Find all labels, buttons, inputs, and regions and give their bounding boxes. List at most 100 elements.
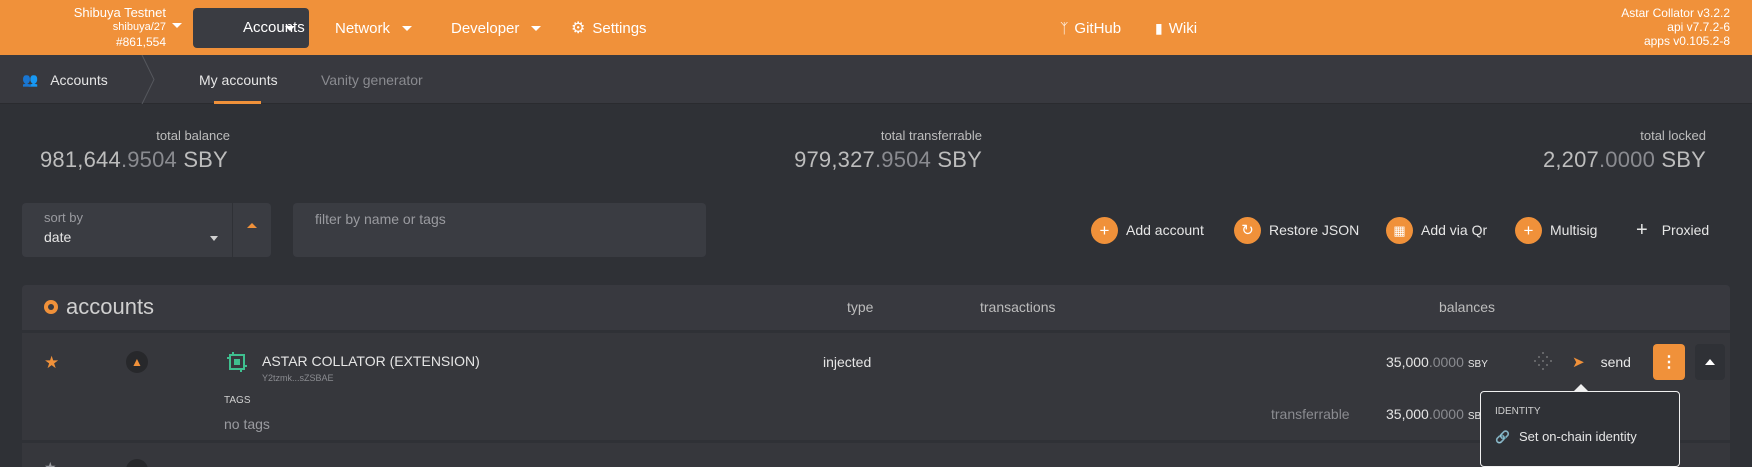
paper-plane-icon: ➤ <box>1572 354 1585 371</box>
tags-value: no tags <box>224 416 270 432</box>
chain-selector[interactable]: Shibuya Testnet shibuya/27 #861,554 <box>30 5 166 50</box>
value-decimal: .0000 <box>1428 354 1464 370</box>
column-header-type: type <box>847 299 874 315</box>
nav-network[interactable]: Network <box>321 8 426 48</box>
account-menu-button[interactable]: ⋮ <box>1653 344 1685 380</box>
nav-github[interactable]: ᛉ GitHub <box>1046 8 1135 48</box>
warning-icon <box>126 459 148 467</box>
identicon-icon[interactable] <box>227 352 247 372</box>
block-number: #861,554 <box>115 35 166 49</box>
button-label: Add account <box>1126 222 1204 238</box>
version-info: Astar Collator v3.2.2 api v7.7.2-6 apps … <box>1621 6 1730 48</box>
transferrable-balance: 35,000.0000 SB <box>1386 406 1481 422</box>
users-icon: 👥 <box>22 71 39 87</box>
table-title: accounts <box>44 294 154 320</box>
value-decimal: .0000 <box>1599 147 1656 172</box>
summary-label: total balance <box>156 128 230 143</box>
plus-icon: + <box>1636 219 1648 241</box>
summary-total-transferrable: total transferrable 979,327.9504 SBY <box>790 128 982 173</box>
value-integer: 2,207 <box>1542 147 1599 172</box>
filter-input[interactable] <box>293 203 706 257</box>
tab-label: My accounts <box>199 71 278 88</box>
plus-icon: + <box>1091 216 1118 244</box>
breadcrumb-separator-icon <box>141 55 155 104</box>
sort-direction-button[interactable] <box>233 203 271 257</box>
send-button[interactable]: ➤ send <box>1572 353 1631 371</box>
chevron-down-icon <box>402 25 413 31</box>
sort-by-dropdown[interactable]: sort by date <box>22 203 232 257</box>
dot-circle-icon <box>44 300 58 314</box>
value-integer: 35,000 <box>1386 354 1429 370</box>
account-type: injected <box>823 354 872 370</box>
popup-section-heading: IDENTITY <box>1495 406 1541 417</box>
sort-by-label: sort by <box>44 210 84 225</box>
code-branch-icon: ᛉ <box>1060 20 1069 36</box>
nav-developer-label: Developer <box>451 19 520 37</box>
summary-label: total locked <box>1640 128 1706 143</box>
value-unit: SBY <box>1661 147 1706 172</box>
button-label: Proxied <box>1661 222 1710 238</box>
account-actions-popup: IDENTITY 🔗 Set on-chain identity <box>1480 384 1680 467</box>
accounts-table-header: accounts type transactions balances <box>22 285 1730 330</box>
section-title: Accounts <box>50 71 108 88</box>
star-icon[interactable]: ★ <box>44 459 57 467</box>
column-header-transactions: transactions <box>980 299 1056 315</box>
version-line: apps v0.105.2-8 <box>1643 34 1730 48</box>
value-decimal: .0000 <box>1428 406 1464 422</box>
version-line: Astar Collator v3.2.2 <box>1621 6 1730 20</box>
button-label: Add via Qr <box>1421 222 1488 238</box>
nav-developer[interactable]: Developer <box>437 8 555 48</box>
top-navigation-bar: Shibuya Testnet shibuya/27 #861,554 Acco… <box>0 0 1752 55</box>
tab-label: Vanity generator <box>321 71 423 88</box>
value-decimal: .9504 <box>120 147 177 172</box>
sort-up-icon <box>247 223 257 228</box>
value-integer: 981,644 <box>40 147 121 172</box>
chain-name: Shibuya Testnet <box>73 5 166 20</box>
multisig-button[interactable]: + Multisig <box>1515 215 1597 245</box>
version-line: api v7.7.2-6 <box>1667 20 1730 34</box>
chevron-down-icon[interactable] <box>172 23 182 28</box>
account-address[interactable]: Y2tzmk...sZSBAE <box>262 373 334 383</box>
tab-vanity-generator[interactable]: Vanity generator <box>321 55 423 104</box>
value-unit: SBY <box>937 147 982 172</box>
warning-icon: ▲ <box>126 351 148 373</box>
nav-accounts[interactable]: Accounts <box>193 8 309 48</box>
collapse-row-button[interactable] <box>1695 344 1725 380</box>
tab-my-accounts[interactable]: My accounts <box>199 55 278 104</box>
nav-settings-label: Settings <box>592 19 647 37</box>
account-name[interactable]: ASTAR COLLATOR (EXTENSION) <box>262 353 480 369</box>
diamond-grid-icon[interactable] <box>1534 352 1552 370</box>
restore-json-button[interactable]: ↻ Restore JSON <box>1234 215 1359 245</box>
link-icon: 🔗 <box>1495 429 1510 444</box>
table-row: ★ ▲ ASTAR COLLATOR (EXTENSION) Y2tzmk...… <box>22 333 1730 440</box>
add-via-qr-button[interactable]: ▦ Add via Qr <box>1386 215 1487 245</box>
value-integer: 35,000 <box>1386 406 1429 422</box>
set-identity-menu-item[interactable]: 🔗 Set on-chain identity <box>1495 429 1637 444</box>
proxied-button[interactable]: + Proxied <box>1636 215 1709 245</box>
nav-accounts-label: Accounts <box>243 19 305 36</box>
summary-value: 979,327.9504 SBY <box>790 147 982 173</box>
chevron-down-icon <box>285 26 295 31</box>
summary-label: total transferrable <box>880 128 982 143</box>
star-icon[interactable]: ★ <box>44 353 59 373</box>
value-decimal: .9504 <box>875 147 932 172</box>
value-integer: 979,327 <box>794 147 875 172</box>
button-label: Multisig <box>1550 222 1598 238</box>
plus-icon: + <box>1515 216 1542 244</box>
summary-total-locked: total locked 2,207.0000 SBY <box>1500 128 1706 173</box>
table-title-label: accounts <box>66 294 155 319</box>
table-row: ★ <box>22 443 1730 467</box>
value-unit: SBY <box>183 147 228 172</box>
nav-wiki-label: Wiki <box>1168 19 1198 37</box>
column-header-balances: balances <box>1439 299 1496 315</box>
send-label: send <box>1600 354 1631 370</box>
nav-wiki[interactable]: ▮ Wiki <box>1141 8 1211 48</box>
add-account-button[interactable]: + Add account <box>1091 215 1204 245</box>
chain-spec: shibuya/27 <box>112 21 166 33</box>
nav-github-label: GitHub <box>1074 19 1122 37</box>
summary-total-balance: total balance 981,644.9504 SBY <box>40 128 230 173</box>
value-unit: SBY <box>1467 359 1488 370</box>
nav-settings[interactable]: ⚙ Settings <box>557 8 661 48</box>
account-balance: 35,000.0000 SBY <box>1386 354 1488 370</box>
transferrable-label: transferrable <box>1271 406 1350 422</box>
